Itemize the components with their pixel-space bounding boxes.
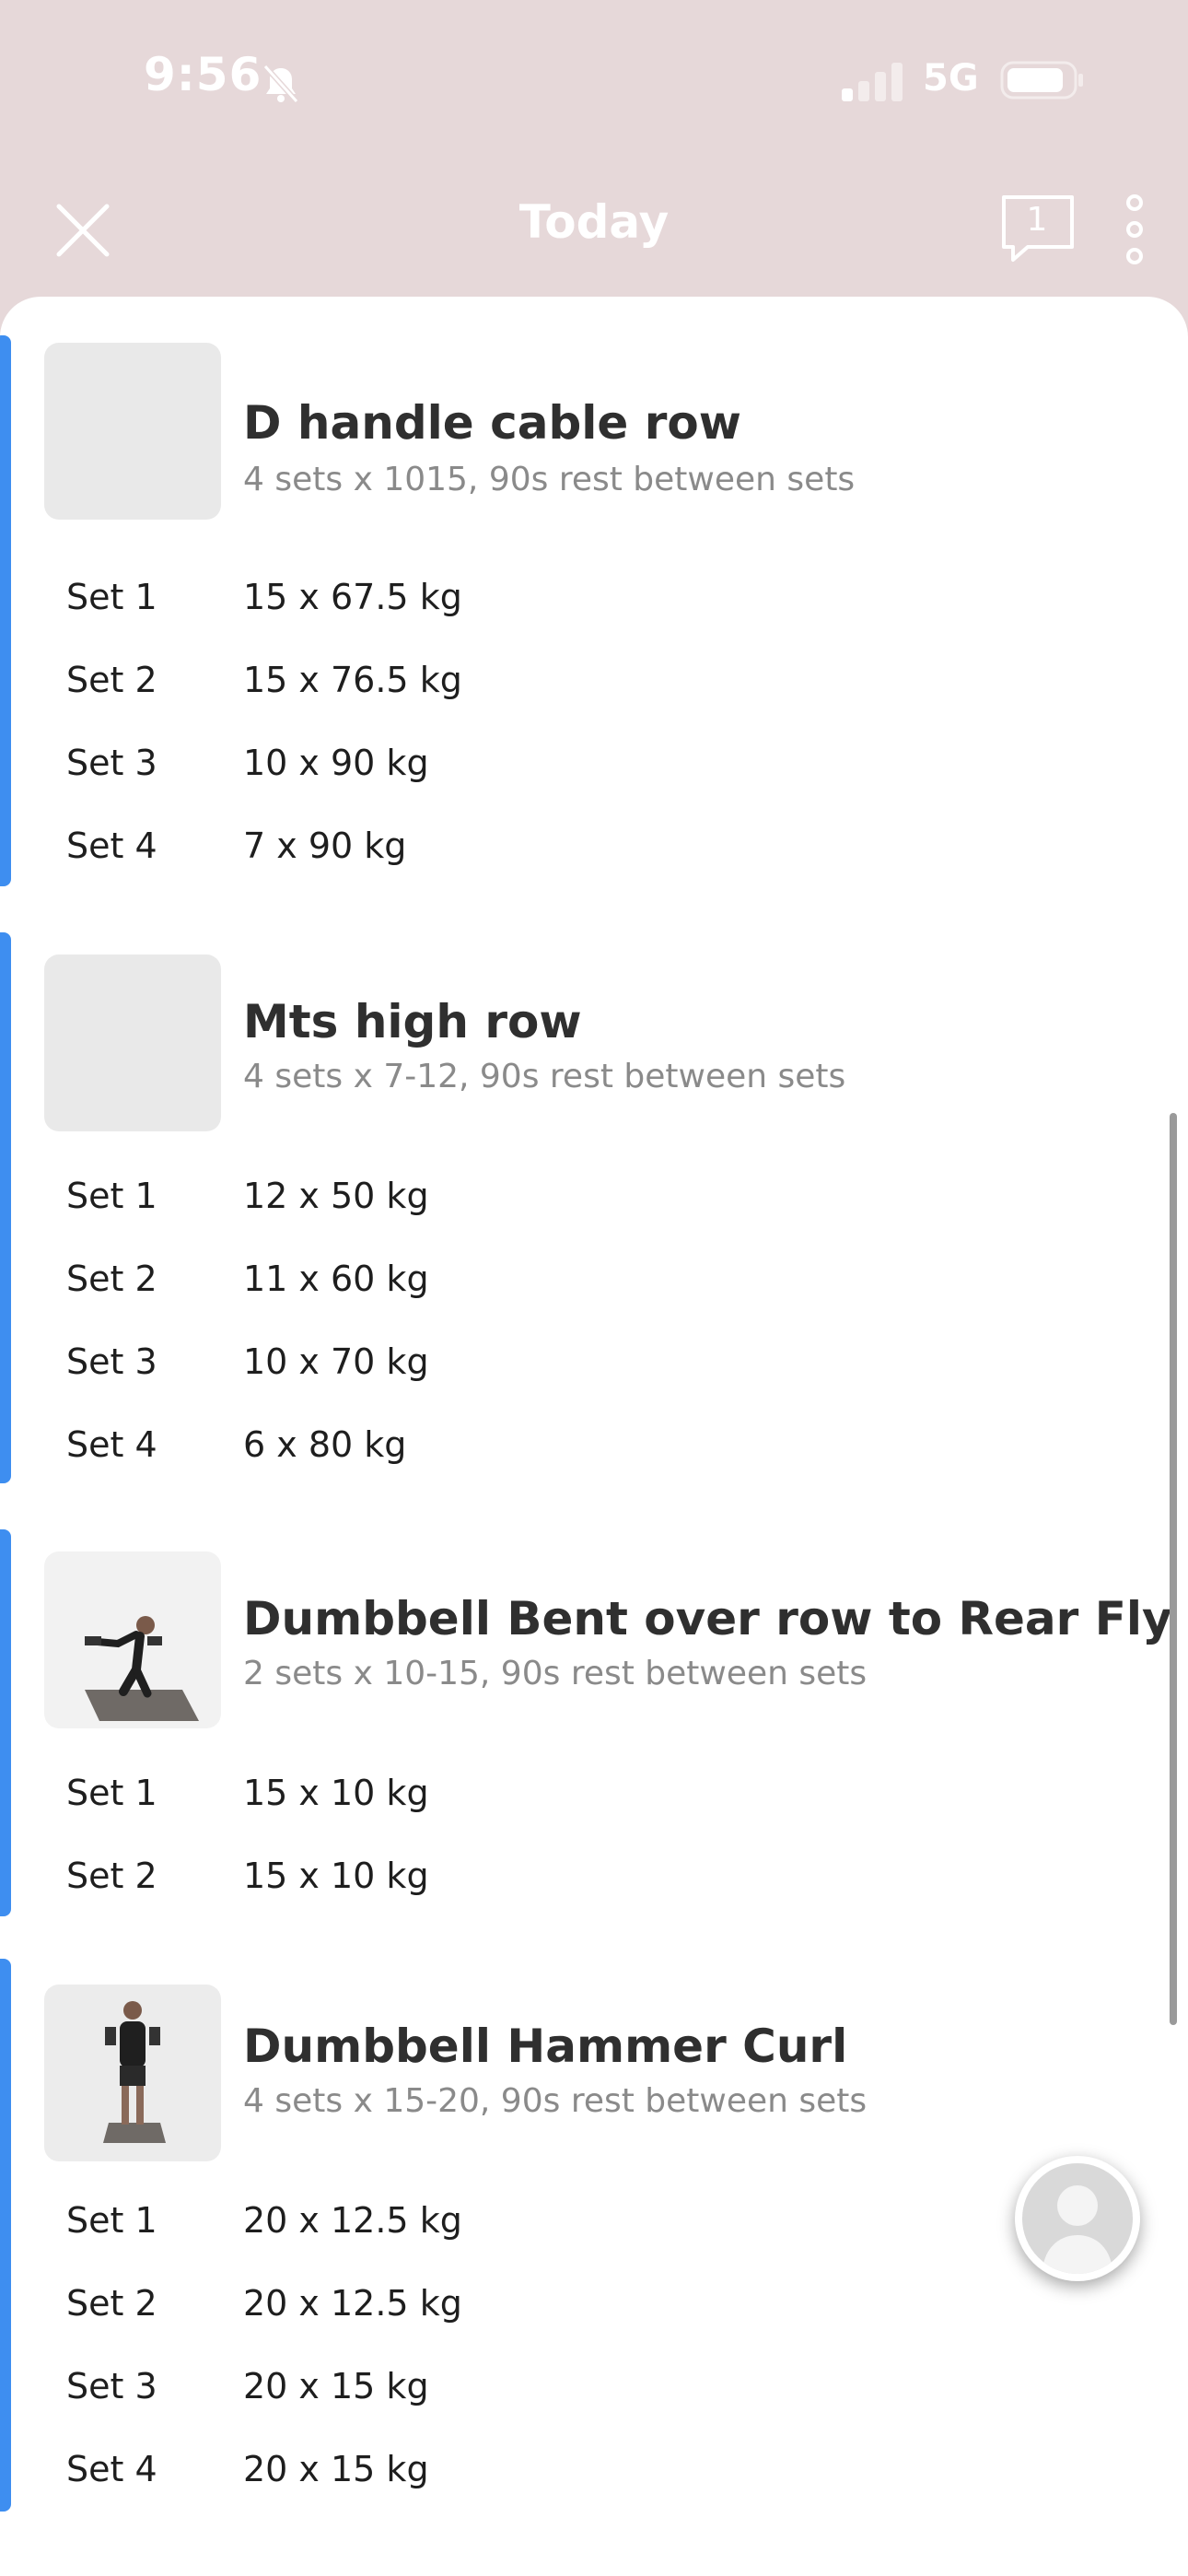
set-label: Set 3 <box>66 1341 157 1382</box>
set-row[interactable]: Set 2 15 x 76.5 kg <box>0 660 1105 733</box>
set-row[interactable]: Set 2 11 x 60 kg <box>0 1259 1105 1332</box>
exercise-card[interactable]: Dumbbell Hammer Curl 4 sets x 15-20, 90s… <box>0 1959 1188 2512</box>
avatar <box>1022 2163 1133 2274</box>
set-label: Set 1 <box>66 1176 157 1216</box>
set-row[interactable]: Set 3 20 x 15 kg <box>0 2366 1105 2440</box>
set-label: Set 4 <box>66 2449 157 2489</box>
exercise-name: Mts high row <box>243 995 582 1048</box>
set-value: 10 x 70 kg <box>243 1341 429 1382</box>
set-value: 20 x 12.5 kg <box>243 2283 462 2324</box>
exercise-description: 4 sets x 7-12, 90s rest between sets <box>243 1058 846 1095</box>
set-row[interactable]: Set 3 10 x 70 kg <box>0 1341 1105 1415</box>
signal-icon <box>842 63 903 101</box>
set-label: Set 2 <box>66 2283 157 2324</box>
exercise-photo <box>103 2001 166 2143</box>
set-row[interactable]: Set 2 20 x 12.5 kg <box>0 2283 1105 2357</box>
set-value: 6 x 80 kg <box>243 1424 407 1465</box>
chat-badge: 1 <box>1026 201 1048 239</box>
set-label: Set 3 <box>66 743 157 783</box>
set-row[interactable]: Set 1 12 x 50 kg <box>0 1176 1105 1249</box>
set-label: Set 4 <box>66 825 157 866</box>
set-label: Set 2 <box>66 1259 157 1299</box>
status-time: 9:56 <box>144 48 262 101</box>
exercise-thumbnail <box>44 343 221 520</box>
workout-sheet: D handle cable row 4 sets x 1015, 90s re… <box>0 297 1188 2576</box>
exercise-name: D handle cable row <box>243 396 741 450</box>
set-value: 15 x 10 kg <box>243 1856 429 1896</box>
set-value: 12 x 50 kg <box>243 1176 429 1216</box>
set-label: Set 1 <box>66 2200 157 2241</box>
set-value: 10 x 90 kg <box>243 743 429 783</box>
set-value: 20 x 15 kg <box>243 2366 429 2406</box>
avatar-icon <box>1042 2185 1112 2274</box>
set-value: 20 x 15 kg <box>243 2449 429 2489</box>
set-row[interactable]: Set 3 10 x 90 kg <box>0 743 1105 816</box>
exercise-card[interactable]: Mts high row 4 sets x 7-12, 90s rest bet… <box>0 932 1188 1483</box>
set-value: 7 x 90 kg <box>243 825 407 866</box>
set-row[interactable]: Set 1 15 x 10 kg <box>0 1773 1105 1846</box>
status-bar: 9:56 5G <box>0 0 1188 166</box>
set-value: 20 x 12.5 kg <box>243 2200 462 2241</box>
exercise-name: Dumbbell Hammer Curl <box>243 2020 848 2073</box>
exercise-thumbnail <box>44 954 221 1131</box>
set-label: Set 1 <box>66 577 157 617</box>
exercise-card[interactable]: D handle cable row 4 sets x 1015, 90s re… <box>0 335 1188 886</box>
exercise-photo <box>85 1616 199 1721</box>
set-row[interactable]: Set 1 15 x 67.5 kg <box>0 577 1105 650</box>
exercise-name: Dumbbell Bent over row to Rear Fly <box>243 1592 1172 1645</box>
exercise-description: 4 sets x 1015, 90s rest between sets <box>243 461 856 498</box>
coach-avatar-button[interactable] <box>1015 2156 1140 2281</box>
bell-slash-icon <box>262 64 299 104</box>
exercise-description: 2 sets x 10-15, 90s rest between sets <box>243 1655 868 1692</box>
set-label: Set 4 <box>66 1424 157 1465</box>
set-value: 11 x 60 kg <box>243 1259 429 1299</box>
set-label: Set 3 <box>66 2366 157 2406</box>
set-value: 15 x 67.5 kg <box>243 577 462 617</box>
exercise-card[interactable]: Dumbbell Bent over row to Rear Fly 2 set… <box>0 1529 1188 1916</box>
set-row[interactable]: Set 1 20 x 12.5 kg <box>0 2200 1105 2274</box>
battery-icon <box>1000 61 1083 100</box>
exercise-thumbnail <box>44 1551 221 1728</box>
exercise-thumbnail <box>44 1985 221 2161</box>
scrollbar[interactable] <box>1170 1113 1177 2025</box>
set-value: 15 x 76.5 kg <box>243 660 462 700</box>
set-row[interactable]: Set 4 7 x 90 kg <box>0 825 1105 899</box>
set-label: Set 2 <box>66 1856 157 1896</box>
set-label: Set 1 <box>66 1773 157 1813</box>
set-row[interactable]: Set 4 20 x 15 kg <box>0 2449 1105 2523</box>
exercise-description: 4 sets x 15-20, 90s rest between sets <box>243 2082 868 2120</box>
set-row[interactable]: Set 4 6 x 80 kg <box>0 1424 1105 1498</box>
more-vertical-icon[interactable] <box>1116 188 1153 271</box>
set-row[interactable]: Set 2 15 x 10 kg <box>0 1856 1105 1929</box>
network-label: 5G <box>923 57 979 100</box>
set-value: 15 x 10 kg <box>243 1773 429 1813</box>
set-label: Set 2 <box>66 660 157 700</box>
